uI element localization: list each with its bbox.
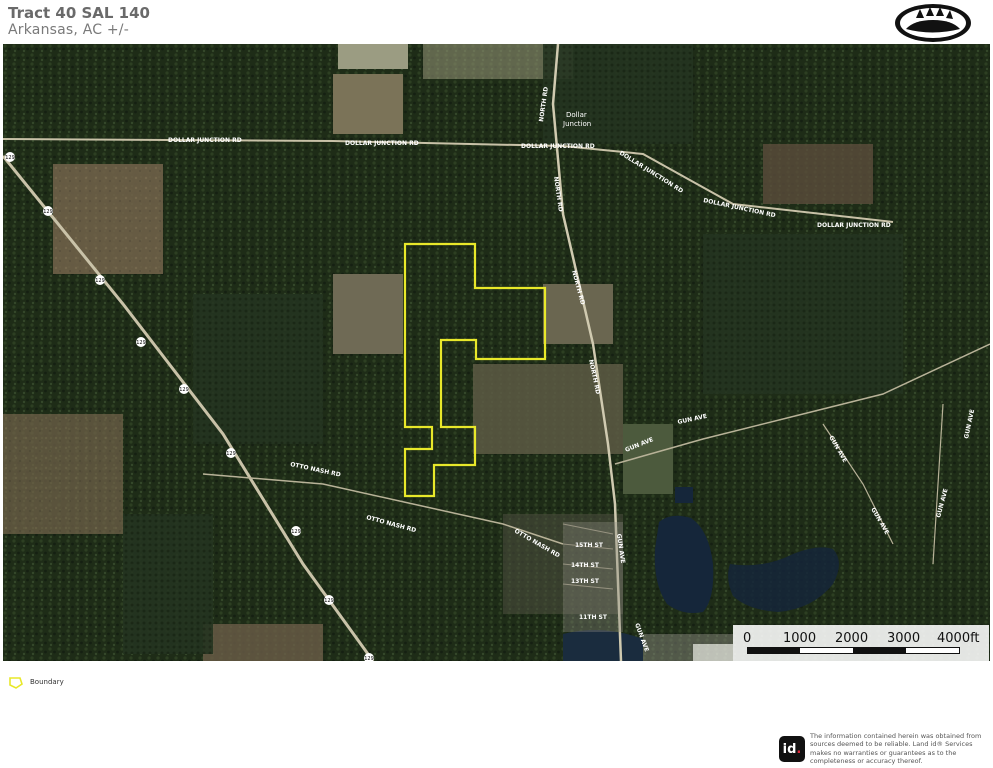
- boundary-legend-label: Boundary: [30, 678, 64, 686]
- svg-text:129: 129: [291, 529, 301, 535]
- svg-text:Dollar: Dollar: [566, 111, 587, 119]
- boundary-legend-icon: [9, 677, 23, 689]
- dollar-junction-rd-label-6: DOLLAR JUNCTION RD: [817, 222, 891, 229]
- street-13th-label: 13TH ST: [571, 578, 600, 585]
- map-subtitle: Arkansas, AC +/-: [8, 22, 129, 38]
- svg-text:Junction: Junction: [562, 120, 591, 128]
- svg-text:129: 129: [95, 278, 105, 284]
- svg-text:129: 129: [43, 209, 53, 215]
- svg-text:129: 129: [179, 387, 189, 393]
- svg-text:129: 129: [136, 340, 146, 346]
- svg-text:129: 129: [364, 656, 374, 661]
- street-11th-label: 11TH ST: [579, 614, 608, 621]
- scale-label-3000: 3000: [887, 631, 921, 646]
- dollar-junction-rd-label-1: DOLLAR JUNCTION RD: [168, 137, 242, 144]
- dollar-junction-rd-label-2: DOLLAR JUNCTION RD: [345, 140, 419, 147]
- scale-label-1000: 1000: [783, 631, 817, 646]
- satellite-map[interactable]: 129 129 129 129 129 129 129 129 129 DOLL…: [3, 44, 990, 661]
- svg-text:129: 129: [5, 155, 15, 161]
- paw-logo-icon: [895, 4, 971, 42]
- disclaimer-text: The information contained herein was obt…: [810, 732, 982, 765]
- scale-label-0: 0: [743, 631, 752, 646]
- street-14th-label: 14TH ST: [571, 562, 600, 569]
- svg-text:129: 129: [226, 451, 236, 457]
- scale-label-4000ft: 4000ft: [937, 631, 980, 646]
- svg-text:129: 129: [324, 598, 334, 604]
- map-canvas: 129 129 129 129 129 129 129 129 129 DOLL…: [3, 44, 990, 661]
- street-15th-label: 15TH ST: [575, 542, 604, 549]
- scale-label-2000: 2000: [835, 631, 869, 646]
- scale-bar: 0 1000 2000 3000 4000ft: [733, 625, 989, 661]
- land-id-logo-icon: id.: [779, 736, 805, 762]
- map-title: Tract 40 SAL 140: [8, 4, 150, 22]
- scale-bar-track: [747, 647, 960, 654]
- dollar-junction-rd-label-3: DOLLAR JUNCTION RD: [521, 143, 595, 150]
